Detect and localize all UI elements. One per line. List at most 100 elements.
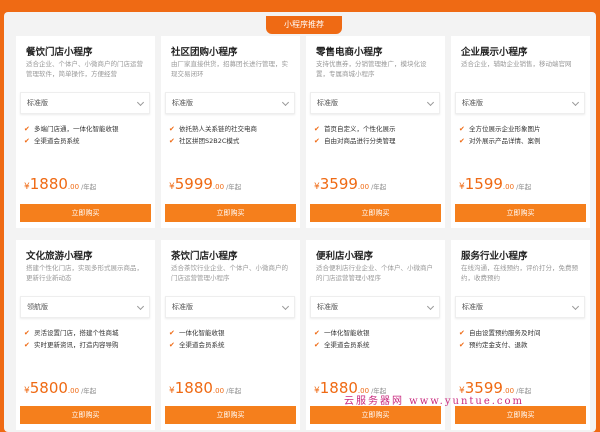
price: ¥5800.00/年起 <box>24 378 96 397</box>
edition-label: 标准版 <box>462 99 483 107</box>
chevron-down-icon <box>281 98 290 107</box>
feature-text: 多端门店通，一体化智能收银 <box>34 125 119 133</box>
feature-text: 全渠道会员系统 <box>179 341 225 349</box>
check-icon: ✔ <box>169 329 175 337</box>
card-title: 茶饮门店小程序 <box>171 251 238 262</box>
edition-select[interactable]: 标准版 <box>455 296 585 318</box>
price-unit: /年起 <box>226 183 242 191</box>
feature-list: ✔ 全方位展示企业形象图片 ✔ 对外展示产品详情、案例 <box>459 123 583 147</box>
price: ¥3599.00/年起 <box>314 174 386 193</box>
watermark: 云服务器网 www.yuntue.com <box>344 396 525 407</box>
price-unit: /年起 <box>226 387 242 395</box>
feature-text: 社区拼团S2B2C模式 <box>179 137 240 145</box>
price-amount: 1880 <box>29 175 68 193</box>
feature-list: ✔ 一体化智能收银 ✔ 全渠道会员系统 <box>314 327 438 351</box>
product-grid: 餐饮门店小程序 适合企业、个体户、小微商户的门店运营管理软件，简单操作，方便经营… <box>16 36 592 430</box>
check-icon: ✔ <box>24 341 30 349</box>
card-description: 适合企业，辅助企业销售，移动端官网 <box>461 60 572 68</box>
feature-text: 首页自定义，个性化展示 <box>324 125 396 133</box>
product-card: 餐饮门店小程序 适合企业、个体户、小微商户的门店运营管理软件，简单操作，方便经营… <box>16 36 155 228</box>
price-decimals: .00 <box>502 183 515 191</box>
feature-item: ✔ 一体化智能收银 <box>169 327 293 339</box>
price-unit: /年起 <box>516 183 532 191</box>
edition-label: 标准版 <box>317 303 338 311</box>
card-title: 企业展示小程序 <box>461 47 528 58</box>
edition-label: 标准版 <box>172 99 193 107</box>
edition-label: 领航版 <box>27 303 48 311</box>
card-description: 适合企业、个体户、小微商户的门店运营管理软件，简单操作，方便经营 <box>26 60 143 78</box>
card-description: 适合便利店行业企业、个体户、小微商户的门店运营管理小程序 <box>316 264 433 282</box>
price-unit: /年起 <box>371 183 387 191</box>
check-icon: ✔ <box>314 137 320 145</box>
card-description: 由厂家直接供货，招募团长进行管理，实现交易闭环 <box>171 60 288 78</box>
feature-item: ✔ 实时更新资讯，打造内容导购 <box>24 339 148 351</box>
feature-text: 自由对商品进行分类管理 <box>324 137 396 145</box>
edition-label: 标准版 <box>317 99 338 107</box>
price-amount: 1880 <box>174 379 213 397</box>
price-decimals: .00 <box>212 183 225 191</box>
edition-select[interactable]: 标准版 <box>310 296 440 318</box>
edition-select[interactable]: 标准版 <box>165 296 295 318</box>
chevron-down-icon <box>426 98 435 107</box>
check-icon: ✔ <box>459 329 465 337</box>
product-card: 文化旅游小程序 搭建个性化门店，实现多形式展示商品，更新行业新动态 领航版 ✔ 灵… <box>16 240 155 430</box>
price-amount: 5999 <box>174 175 213 193</box>
feature-text: 全方位展示企业形象图片 <box>469 125 541 133</box>
buy-now-button[interactable]: 立即购买 <box>310 406 441 424</box>
buy-now-button[interactable]: 立即购买 <box>20 406 151 424</box>
product-card: 茶饮门店小程序 适合茶饮行业企业、个体户、小微商户的门店运营管理小程序 标准版 … <box>161 240 300 430</box>
chevron-down-icon <box>136 302 145 311</box>
edition-select[interactable]: 标准版 <box>165 92 295 114</box>
feature-text: 一体化智能收银 <box>324 329 370 337</box>
buy-now-button[interactable]: 立即购买 <box>455 204 586 222</box>
price-unit: /年起 <box>81 387 97 395</box>
edition-select[interactable]: 标准版 <box>20 92 150 114</box>
price-amount: 3599 <box>319 175 358 193</box>
card-title: 文化旅游小程序 <box>26 251 93 262</box>
feature-list: ✔ 多端门店通，一体化智能收银 ✔ 全渠道会员系统 <box>24 123 148 147</box>
chevron-down-icon <box>136 98 145 107</box>
card-title: 餐饮门店小程序 <box>26 47 93 58</box>
feature-text: 自由设置预约服务及时间 <box>469 329 541 337</box>
buy-now-button[interactable]: 立即购买 <box>455 406 586 424</box>
check-icon: ✔ <box>459 137 465 145</box>
feature-item: ✔ 全渠道会员系统 <box>169 339 293 351</box>
check-icon: ✔ <box>24 125 30 133</box>
feature-text: 实时更新资讯，打造内容导购 <box>34 341 119 349</box>
feature-list: ✔ 依托熟人关系链的社交电商 ✔ 社区拼团S2B2C模式 <box>169 123 293 147</box>
check-icon: ✔ <box>459 341 465 349</box>
edition-select[interactable]: 标准版 <box>455 92 585 114</box>
check-icon: ✔ <box>24 329 30 337</box>
card-description: 在线沟通，在线预约，评价打分，免费预约，收费预约 <box>461 264 578 282</box>
feature-text: 一体化智能收银 <box>179 329 225 337</box>
chevron-down-icon <box>426 302 435 311</box>
card-description: 适合茶饮行业企业、个体户、小微商户的门店运营管理小程序 <box>171 264 288 282</box>
price: ¥1880.00/年起 <box>169 378 241 397</box>
check-icon: ✔ <box>169 125 175 133</box>
feature-text: 对外展示产品详情、案例 <box>469 137 541 145</box>
price-unit: /年起 <box>81 183 97 191</box>
price-amount: 1599 <box>464 175 503 193</box>
check-icon: ✔ <box>24 137 30 145</box>
check-icon: ✔ <box>169 341 175 349</box>
feature-item: ✔ 全方位展示企业形象图片 <box>459 123 583 135</box>
edition-select[interactable]: 领航版 <box>20 296 150 318</box>
buy-now-button[interactable]: 立即购买 <box>310 204 441 222</box>
feature-item: ✔ 首页自定义，个性化展示 <box>314 123 438 135</box>
price-decimals: .00 <box>357 183 370 191</box>
feature-list: ✔ 一体化智能收银 ✔ 全渠道会员系统 <box>169 327 293 351</box>
feature-text: 全渠道会员系统 <box>34 137 80 145</box>
edition-select[interactable]: 标准版 <box>310 92 440 114</box>
check-icon: ✔ <box>314 341 320 349</box>
chevron-down-icon <box>571 98 580 107</box>
feature-item: ✔ 自由对商品进行分类管理 <box>314 135 438 147</box>
card-title: 服务行业小程序 <box>461 251 528 262</box>
buy-now-button[interactable]: 立即购买 <box>20 204 151 222</box>
buy-now-button[interactable]: 立即购买 <box>165 406 296 424</box>
product-panel: 小程序推荐 餐饮门店小程序 适合企业、个体户、小微商户的门店运营管理软件，简单操… <box>4 12 596 432</box>
edition-label: 标准版 <box>27 99 48 107</box>
buy-now-button[interactable]: 立即购买 <box>165 204 296 222</box>
price-decimals: .00 <box>67 183 80 191</box>
feature-list: ✔ 首页自定义，个性化展示 ✔ 自由对商品进行分类管理 <box>314 123 438 147</box>
chevron-down-icon <box>571 302 580 311</box>
